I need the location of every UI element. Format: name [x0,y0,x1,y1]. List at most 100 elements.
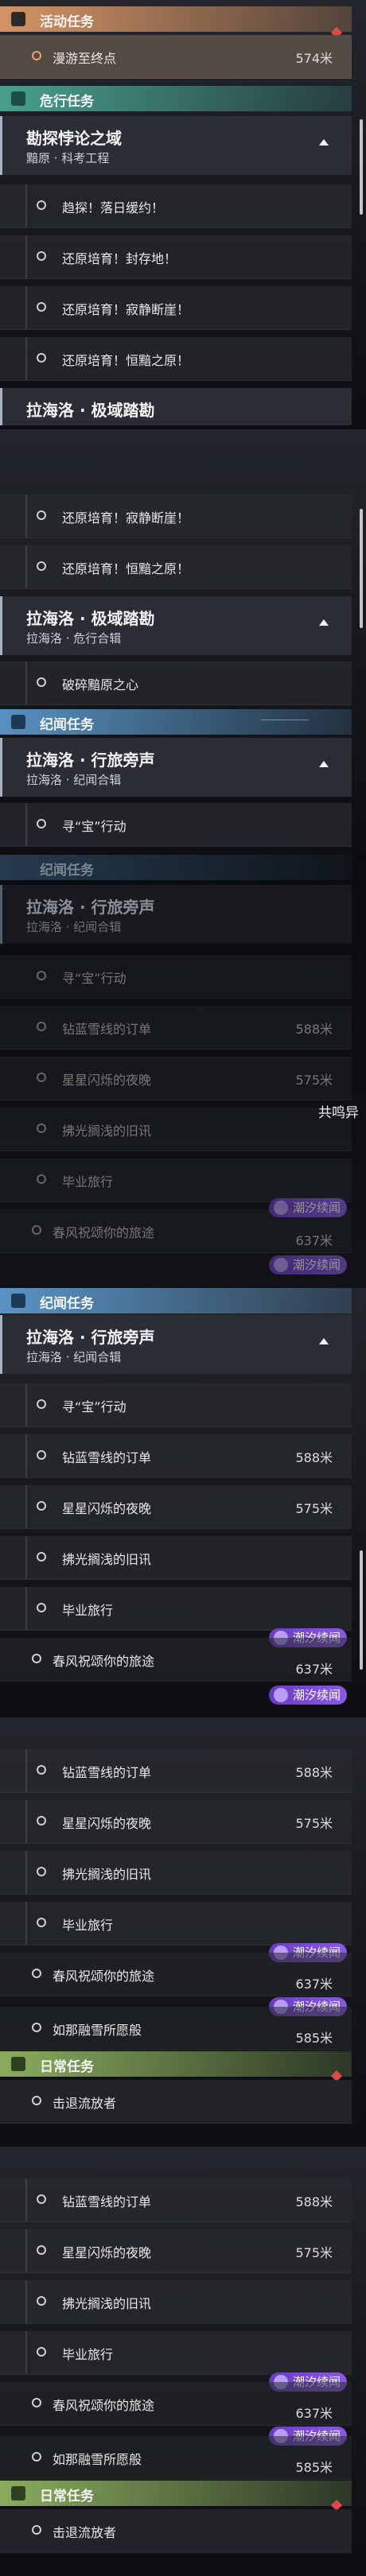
radio-icon [37,1501,46,1511]
section-header-activity[interactable]: 活动任务 [0,6,352,32]
quest-item[interactable]: 毕业旅行 [0,1587,352,1631]
quest-distance: 637米 [295,1977,333,1992]
quest-label: 拂光搁浅的旧讯 [62,2296,152,2311]
radio-icon [32,2398,41,2407]
scrollbar[interactable] [360,509,363,628]
quest-group-cut[interactable]: 拉海洛 · 极域踏勘 [0,388,352,425]
quest-item[interactable]: 拂光搁浅的旧讯 [0,1851,352,1895]
quest-distance: 585米 [295,2460,333,2475]
tag-label: 潮汐续闻 [292,1688,341,1702]
radio-icon [37,2194,46,2204]
quest-item[interactable]: 还原培育！寂静断崖！ [0,495,352,538]
quest-item[interactable]: 击退流放者 [0,2509,352,2553]
daily-icon [11,2486,25,2500]
tree-line [25,1434,27,1477]
quest-item[interactable]: 钻蓝雪线的订单 588米 [0,2178,352,2222]
quest-item[interactable]: 星星闪烁的夜晚 575米 [0,1800,352,1844]
quest-label: 击退流放者 [53,2525,117,2540]
quest-item[interactable]: 还原培育！恒黯之原！ [0,337,352,381]
quest-item-active[interactable]: 漫游至终点 574米 [0,35,352,79]
quest-item[interactable]: 星星闪烁的夜晚 575米 [0,2229,352,2273]
quest-item[interactable]: 还原培育！寂静断崖！ [0,286,352,330]
quest-label: 还原培育！寂静断崖！ [62,510,190,526]
quest-label: 还原培育！恒黯之原！ [62,561,190,576]
quest-item[interactable]: 还原培育！封存地！ [0,235,352,279]
radio-icon [37,1450,46,1460]
radio-icon [37,971,46,980]
group-title: 拉海洛 · 行旅旁声 [26,751,155,770]
quest-item[interactable]: 星星闪烁的夜晚 575米 [0,1057,352,1100]
group-title: 拉海洛 · 行旅旁声 [26,1328,155,1347]
chevron-up-icon[interactable] [318,760,329,768]
chevron-up-icon[interactable] [318,138,329,146]
quest-item[interactable]: 如那融雪所愿般 585米 [0,2007,352,2050]
scrollbar[interactable] [360,1550,363,1670]
quest-item[interactable]: 拂光搁浅的旧讯 [0,1108,352,1151]
scrollbar[interactable] [360,119,363,215]
quest-item[interactable]: 如那融雪所愿般 585米 [0,2436,352,2480]
quest-item[interactable]: 击退流放者 [0,2080,352,2124]
radio-icon [37,200,46,210]
section-header-chronicle[interactable]: 纪闻任务 [0,1288,352,1313]
quest-group[interactable]: 拉海洛 · 行旅旁声 拉海洛 · 纪闻合辑 [0,1315,352,1374]
quest-item[interactable]: 寻“宝”行动 [0,1383,352,1427]
section-header-urgent[interactable]: 危行任务 [0,86,352,111]
quest-distance: 575米 [295,1816,333,1831]
tree-line [25,661,27,704]
radio-icon [37,1022,46,1031]
radio-icon [37,1765,46,1775]
quest-group[interactable]: 拉海洛 · 行旅旁声 拉海洛 · 纪闻合辑 [0,885,352,944]
quest-item[interactable]: 钻蓝雪线的订单 588米 [0,1749,352,1793]
group-subtitle: 拉海洛 · 纪闻合辑 [26,1350,122,1364]
tide-icon [273,1688,288,1702]
activity-icon [11,12,25,26]
radio-icon [32,2023,41,2032]
quest-item[interactable]: 破碎黯原之心 [0,661,352,705]
section-header-chronicle[interactable]: 纪闻任务 [0,855,352,880]
quest-label: 寻“宝”行动 [62,1399,127,1414]
quest-item[interactable]: 寻“宝”行动 [0,955,352,999]
quest-label: 春风祝颂你的旅途 [53,1225,155,1240]
urgent-icon [11,91,25,106]
quest-item[interactable]: 拂光搁浅的旧讯 [0,2280,352,2324]
chevron-up-icon[interactable] [318,619,329,627]
quest-group[interactable]: 拉海洛 · 行旅旁声 拉海洛 · 纪闻合辑 [0,738,352,797]
quest-label: 还原培育！封存地！ [62,251,177,266]
chronicle-icon [11,1294,25,1308]
screen-strip-6: 钻蓝雪线的订单588米 星星闪烁的夜晚575米 拂光搁浅的旧讯 毕业旅行 潮汐续… [0,2147,366,2576]
section-header-daily[interactable]: 日常任务 [0,2481,352,2506]
quest-item[interactable]: 寻“宝”行动 [0,803,352,847]
quest-item[interactable]: 春风祝颂你的旅途 637米 [0,1638,352,1682]
quest-item[interactable]: 春风祝颂你的旅途 637米 [0,2382,352,2426]
quest-group[interactable]: 勘探悖论之域 黯原 · 科考工程 [0,116,352,175]
quest-item[interactable]: 拂光搁浅的旧讯 [0,1536,352,1580]
radio-icon [32,2096,41,2105]
section-title: 活动任务 [40,14,94,30]
radio-icon [37,1174,46,1184]
quest-item[interactable]: 毕业旅行 [0,1902,352,1946]
radio-icon [32,2452,41,2462]
section-title: 纪闻任务 [40,863,94,879]
quest-item[interactable]: 钻蓝雪线的订单 588米 [0,1006,352,1049]
quest-item[interactable]: 毕业旅行 [0,1158,352,1202]
quest-item[interactable]: 毕业旅行 [0,2331,352,2375]
quest-group[interactable]: 拉海洛 · 极域踏勘 拉海洛 · 危行合辑 [0,596,352,655]
radio-selected-icon [32,51,41,60]
quest-label: 毕业旅行 [62,1174,114,1189]
section-header-daily[interactable]: 日常任务 [0,2051,352,2077]
quest-label: 如那融雪所愿般 [53,2023,142,2038]
quest-item[interactable]: 还原培育！恒黯之原！ [0,545,352,589]
tree-line [25,286,27,329]
quest-item[interactable]: 星星闪烁的夜晚 575米 [0,1485,352,1529]
radio-icon [37,1816,46,1825]
quest-item[interactable]: 钻蓝雪线的订单 588米 [0,1434,352,1478]
screen-strip-1: 活动任务 漫游至终点 574米 危行任务 勘探悖论之域 黯原 · 科考工程 趋探… [0,0,366,425]
tree-line [25,2280,27,2323]
quest-label: 星星闪烁的夜晚 [62,1816,152,1831]
chevron-up-icon[interactable] [318,1337,329,1345]
tide-tag: 潮汐续闻 [268,1255,347,1274]
quest-item[interactable]: 趋探！落日缓约！ [0,184,352,228]
group-title: 拉海洛 · 行旅旁声 [26,898,155,917]
section-header-chronicle[interactable]: 纪闻任务 [0,709,352,735]
quest-item[interactable]: 春风祝颂你的旅途 637米 [0,1953,352,1996]
